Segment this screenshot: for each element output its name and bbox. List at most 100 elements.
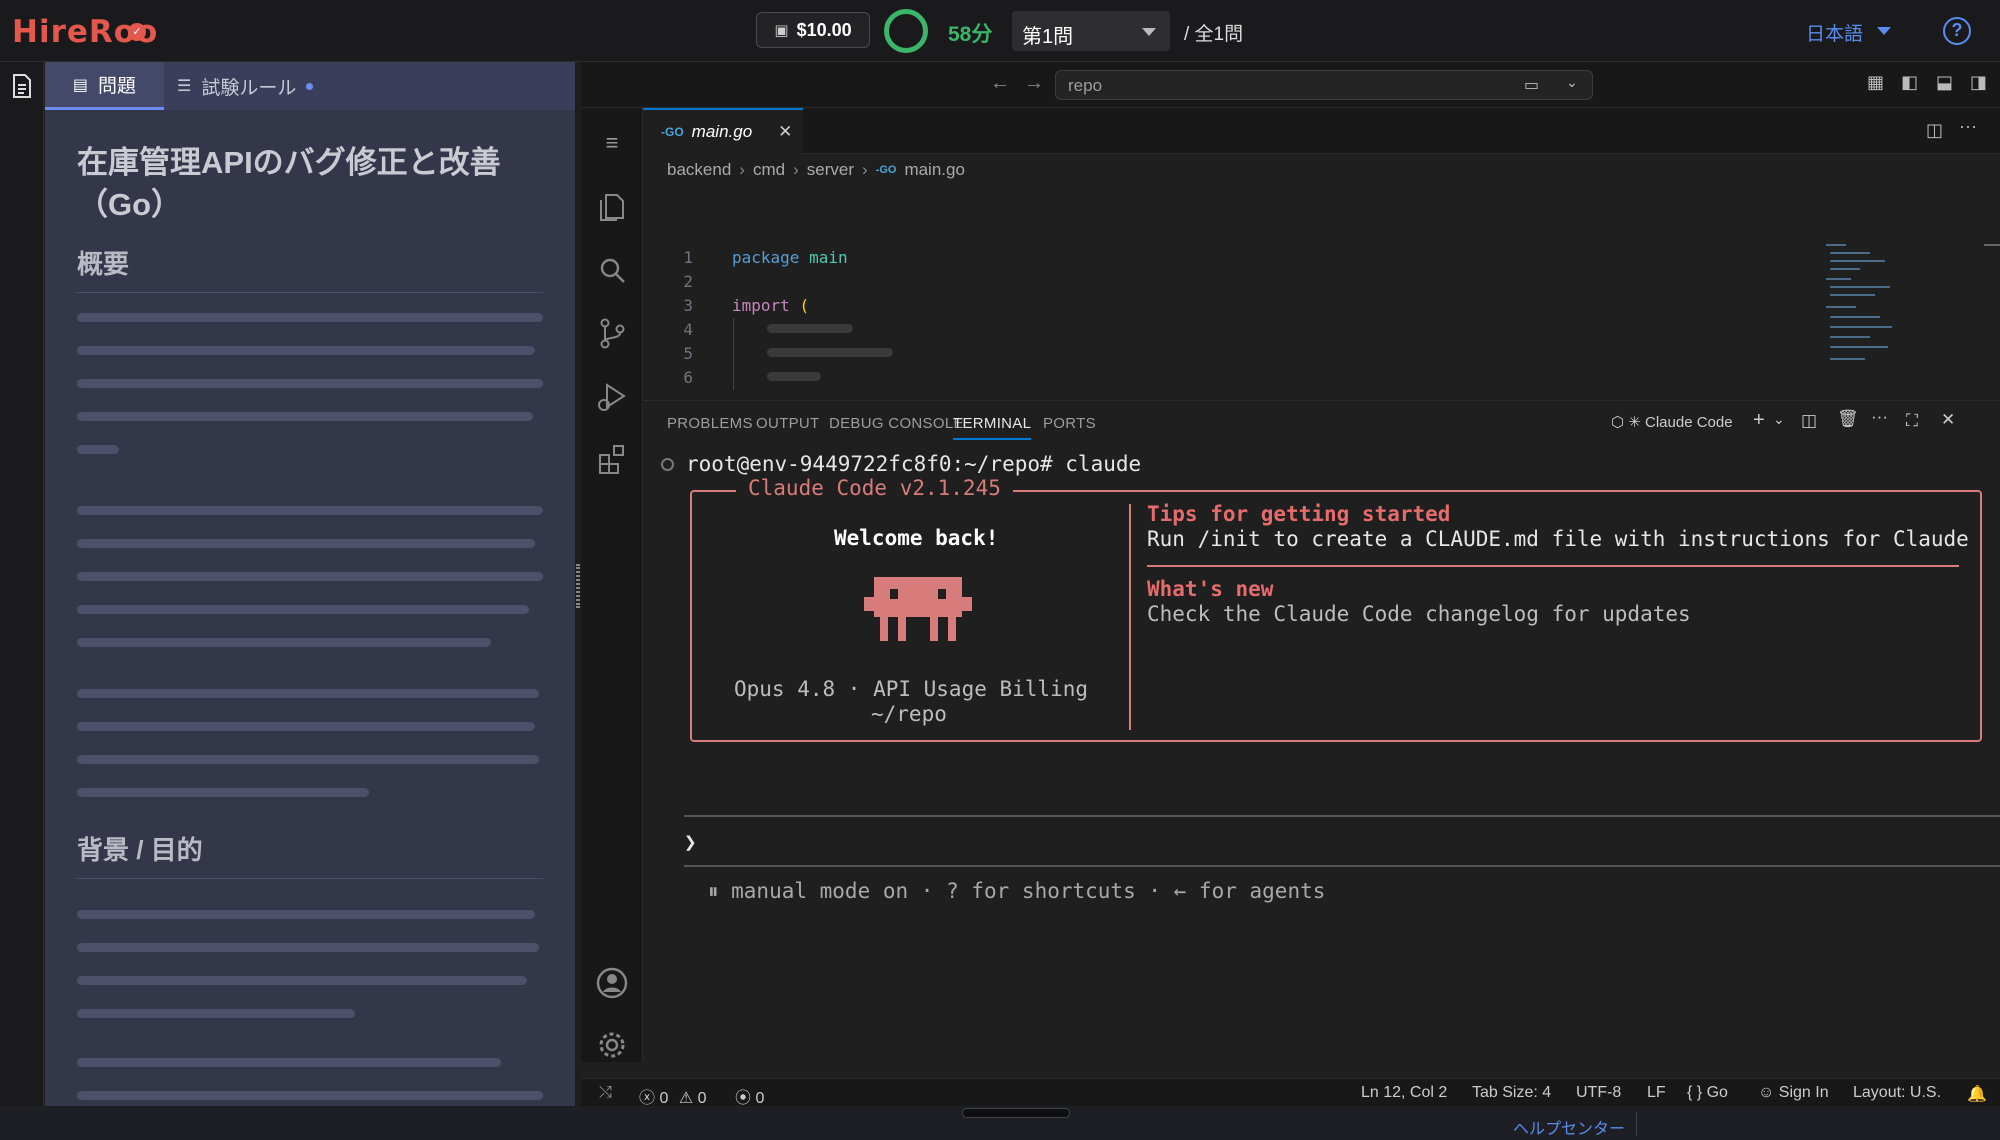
command-status-icon bbox=[661, 458, 674, 471]
line-number: 1 bbox=[683, 248, 693, 267]
language-chevron-icon[interactable] bbox=[1877, 27, 1891, 35]
sign-in-label: Sign In bbox=[1778, 1084, 1829, 1101]
tips-divider bbox=[1147, 565, 1959, 567]
terminal-instance[interactable]: ⬡ ✳ Claude Code bbox=[1611, 413, 1733, 431]
breadcrumb-item[interactable]: cmd bbox=[753, 160, 785, 180]
input-bottom-border bbox=[684, 865, 2000, 867]
code-editor[interactable]: 1 package main 2 3 import ( 4 5 6 bbox=[643, 182, 2000, 392]
text-placeholder bbox=[77, 445, 119, 454]
split-terminal-icon[interactable]: ◫ bbox=[1801, 411, 1817, 431]
breadcrumb-item[interactable]: server bbox=[807, 160, 854, 180]
forward-arrow-icon[interactable]: → bbox=[1024, 72, 1044, 95]
more-actions-icon[interactable]: ··· bbox=[1959, 116, 1977, 137]
keyboard-layout[interactable]: Layout: U.S. bbox=[1853, 1084, 1941, 1102]
timer-remaining: 58分 bbox=[948, 23, 993, 46]
claude-input-prompt[interactable]: ❯ bbox=[684, 830, 697, 854]
back-arrow-icon[interactable]: ← bbox=[990, 72, 1010, 95]
settings-gear-icon[interactable] bbox=[595, 1028, 629, 1062]
section-heading-background: 背景 / 目的 bbox=[77, 835, 203, 865]
question-select-value: 第1問 bbox=[1022, 26, 1074, 48]
toggle-primary-sidebar-icon[interactable]: ◧ bbox=[1901, 72, 1918, 93]
notifications-bell-icon[interactable]: 🔔 bbox=[1967, 1084, 1987, 1104]
tab-output[interactable]: OUTPUT bbox=[756, 415, 819, 432]
broadcast-icon: ⦿ bbox=[735, 1090, 752, 1107]
tab-ports[interactable]: PORTS bbox=[1043, 415, 1096, 432]
help-icon[interactable]: ? bbox=[1943, 17, 1971, 45]
tab-size[interactable]: Tab Size: 4 bbox=[1472, 1084, 1551, 1102]
extensions-icon[interactable] bbox=[595, 442, 629, 476]
toggle-panel-icon[interactable]: ⬓ bbox=[1936, 72, 1953, 93]
divider bbox=[77, 292, 543, 293]
section-heading-overview: 概要 bbox=[77, 249, 130, 279]
tab-exam-rules[interactable]: ☰ 試験ルール bbox=[177, 62, 314, 110]
go-file-icon: -GO bbox=[875, 164, 897, 176]
chevron-down-icon[interactable]: ⌄ bbox=[1773, 411, 1785, 428]
new-terminal-icon[interactable]: + bbox=[1753, 409, 1765, 432]
problems-status[interactable]: ⓧ 0 ⚠ 0 bbox=[639, 1084, 707, 1108]
tab-debug-console[interactable]: DEBUG CONSOLE bbox=[829, 415, 964, 432]
scrollbar-indicator[interactable] bbox=[1984, 244, 2000, 246]
language-select[interactable]: 日本語 bbox=[1806, 19, 1863, 46]
box-divider bbox=[1129, 504, 1131, 730]
code-placeholder bbox=[767, 324, 853, 333]
tab-terminal[interactable]: TERMINAL bbox=[953, 415, 1032, 440]
text-placeholder bbox=[77, 572, 543, 581]
toggle-secondary-sidebar-icon[interactable]: ◨ bbox=[1970, 72, 1987, 93]
help-center-link[interactable]: ヘルプセンター bbox=[1513, 1115, 1625, 1139]
more-actions-icon[interactable]: ··· bbox=[1871, 407, 1888, 427]
breadcrumb-item[interactable]: backend bbox=[667, 160, 731, 180]
language-mode-label: Go bbox=[1706, 1084, 1728, 1101]
document-icon: ▤ bbox=[72, 76, 89, 94]
breadcrumb-item[interactable]: main.go bbox=[904, 160, 964, 180]
error-icon: ⓧ bbox=[639, 1090, 656, 1107]
remote-indicator-icon[interactable]: ⤭ bbox=[599, 1084, 612, 1102]
command-center-search[interactable]: repo ▭ ⌄ bbox=[1055, 70, 1593, 100]
text-placeholder bbox=[77, 412, 533, 421]
cursor-position[interactable]: Ln 12, Col 2 bbox=[1361, 1084, 1447, 1102]
language-mode[interactable]: { } Go bbox=[1687, 1084, 1728, 1102]
sign-in[interactable]: ☺ Sign In bbox=[1758, 1084, 1829, 1102]
code-line: package main bbox=[732, 248, 848, 267]
editor-tab-bar: -GO main.go ✕ ◫ ··· bbox=[643, 108, 2000, 154]
encoding[interactable]: UTF-8 bbox=[1576, 1084, 1621, 1102]
editor-tab-main-go[interactable]: -GO main.go ✕ bbox=[643, 108, 803, 154]
trash-icon[interactable]: 🗑 bbox=[1837, 409, 1859, 429]
warning-icon: ⚠ bbox=[678, 1090, 694, 1107]
run-debug-icon[interactable] bbox=[595, 380, 629, 414]
ports-status[interactable]: ⦿ 0 bbox=[735, 1084, 764, 1108]
source-control-icon[interactable] bbox=[595, 316, 629, 350]
resize-grip-icon[interactable] bbox=[576, 564, 580, 608]
drag-handle[interactable] bbox=[962, 1108, 1070, 1118]
split-editor-icon[interactable]: ◫ bbox=[1926, 120, 1943, 141]
menu-icon[interactable]: ≡ bbox=[595, 130, 629, 164]
text-placeholder bbox=[77, 689, 539, 698]
copilot-chat-icon[interactable]: ▭ bbox=[1524, 75, 1539, 95]
tab-problems[interactable]: PROBLEMS bbox=[667, 415, 753, 432]
text-placeholder bbox=[77, 976, 527, 985]
text-placeholder bbox=[77, 1091, 543, 1100]
terminal-name: Claude Code bbox=[1645, 414, 1733, 431]
line-number: 3 bbox=[683, 296, 693, 315]
customize-layout-icon[interactable]: ▦ bbox=[1867, 72, 1884, 93]
maximize-panel-icon[interactable]: ⛶ bbox=[1906, 411, 1918, 431]
command-center-text: repo bbox=[1068, 76, 1103, 95]
explorer-icon[interactable] bbox=[595, 190, 629, 224]
end-of-line[interactable]: LF bbox=[1647, 1084, 1666, 1102]
document-icon[interactable] bbox=[12, 74, 32, 98]
title-bar: ← → repo ▭ ⌄ ▦ ◧ ⬓ ◨ bbox=[581, 62, 2000, 108]
close-panel-icon[interactable]: ✕ bbox=[1941, 410, 1955, 430]
tab-problem[interactable]: ▤ 問題 bbox=[45, 62, 164, 110]
claude-terminal-icon: ⬡ ✳ bbox=[1611, 414, 1641, 431]
question-select[interactable]: 第1問 bbox=[1012, 11, 1170, 51]
unread-dot bbox=[306, 82, 314, 90]
timer-progress-ring bbox=[884, 9, 928, 53]
account-icon[interactable] bbox=[595, 966, 629, 1000]
text-placeholder bbox=[77, 379, 543, 388]
chevron-down-icon[interactable]: ⌄ bbox=[1566, 74, 1578, 91]
minimap[interactable] bbox=[1826, 182, 1916, 360]
search-icon[interactable] bbox=[595, 254, 629, 288]
text-placeholder bbox=[77, 943, 539, 952]
text-placeholder bbox=[77, 755, 539, 764]
close-icon[interactable]: ✕ bbox=[778, 122, 792, 142]
text-placeholder bbox=[77, 605, 529, 614]
